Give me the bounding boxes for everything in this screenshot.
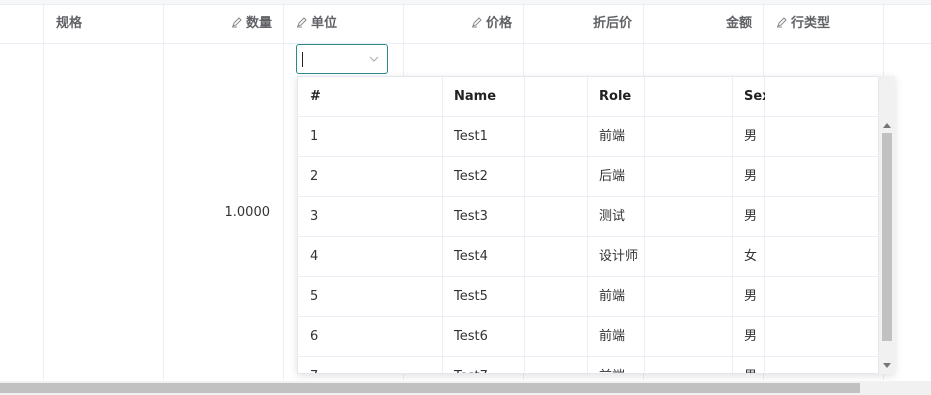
dropdown-header-name[interactable]: Name <box>442 77 587 117</box>
row-role: 前端 <box>587 357 732 373</box>
scrollbar-thumb[interactable] <box>0 383 860 393</box>
scrollbar-thumb[interactable] <box>882 133 892 341</box>
column-header-unit[interactable]: 单位 <box>296 5 396 43</box>
row-name: Test3 <box>454 209 488 224</box>
column-header-line-type[interactable]: 行类型 <box>776 5 876 43</box>
dropdown-header-row: # Name Role Sex <box>298 77 878 117</box>
table-header: 规格 数量 单位 价格 折后价 金额 行类型 <box>0 5 931 44</box>
row-index: 6 <box>310 329 319 344</box>
pencil-icon <box>297 17 307 28</box>
dropdown-table: # Name Role Sex 1 Test1 前端 男 2 Test2 后端 … <box>298 77 878 373</box>
row-sex: 男 <box>744 329 758 344</box>
dropdown-row[interactable]: 2 Test2 后端 男 <box>298 157 878 197</box>
dropdown-row[interactable]: 6 Test6 前端 男 <box>298 317 878 357</box>
row-sex: 男 <box>744 129 758 144</box>
qty-cell[interactable]: 1.0000 <box>164 205 271 220</box>
row-role: 前端 <box>599 129 626 144</box>
row-sex: 男 <box>744 209 758 224</box>
row-name: Test6 <box>454 329 488 344</box>
row-role: 测试 <box>599 209 626 224</box>
dropdown-header-sex[interactable]: Sex <box>732 77 765 117</box>
column-divider <box>163 5 164 380</box>
pencil-icon <box>777 17 787 28</box>
row-sex: 男 <box>732 357 792 373</box>
row-role: 设计师 <box>599 249 639 264</box>
row-role: 后端 <box>599 169 626 184</box>
row-index: 5 <box>310 289 319 304</box>
dropdown-row[interactable]: 1 Test1 前端 男 <box>298 117 878 157</box>
column-divider <box>43 5 44 380</box>
row-name: Test5 <box>454 289 488 304</box>
chevron-down-icon[interactable] <box>369 54 379 64</box>
pencil-icon <box>231 17 242 28</box>
dropdown-header-index[interactable]: # <box>298 77 442 117</box>
unit-select[interactable] <box>296 44 388 74</box>
row-index: 4 <box>310 249 319 264</box>
row-role: 前端 <box>599 329 626 344</box>
column-header-qty[interactable]: 数量 <box>164 5 272 43</box>
column-divider <box>283 5 284 380</box>
dropdown-header-role[interactable]: Role <box>587 77 732 117</box>
row-index: 1 <box>310 129 319 144</box>
row-sex: 男 <box>744 289 758 304</box>
row-index: 2 <box>310 169 319 184</box>
row-sex: 女 <box>744 249 758 264</box>
row-name: Test7 <box>442 357 587 373</box>
row-role: 前端 <box>599 289 626 304</box>
scroll-down-icon[interactable] <box>883 363 891 368</box>
dropdown-row[interactable]: 3 Test3 测试 男 <box>298 197 878 237</box>
text-caret <box>302 52 303 67</box>
column-header-spec[interactable]: 规格 <box>56 5 156 43</box>
dropdown-vertical-scrollbar[interactable] <box>878 76 895 374</box>
dropdown-row[interactable]: 5 Test5 前端 男 <box>298 277 878 317</box>
column-header-price[interactable]: 价格 <box>404 5 512 43</box>
table-horizontal-scrollbar[interactable] <box>0 381 931 395</box>
column-header-amount[interactable]: 金额 <box>644 5 752 43</box>
row-name: Test1 <box>454 129 488 144</box>
unit-dropdown-panel: # Name Role Sex 1 Test1 前端 男 2 Test2 后端 … <box>297 76 895 374</box>
scroll-up-icon[interactable] <box>883 123 891 128</box>
row-sex: 男 <box>744 169 758 184</box>
dropdown-row[interactable]: 4 Test4 设计师 女 <box>298 237 878 277</box>
column-header-discount-price[interactable]: 折后价 <box>524 5 632 43</box>
dropdown-row[interactable]: 7 Test7 前端 男 <box>298 357 878 373</box>
row-name: Test4 <box>454 249 488 264</box>
pencil-icon <box>471 17 482 28</box>
row-index: 7 <box>298 357 442 373</box>
row-index: 3 <box>310 209 319 224</box>
row-name: Test2 <box>454 169 488 184</box>
